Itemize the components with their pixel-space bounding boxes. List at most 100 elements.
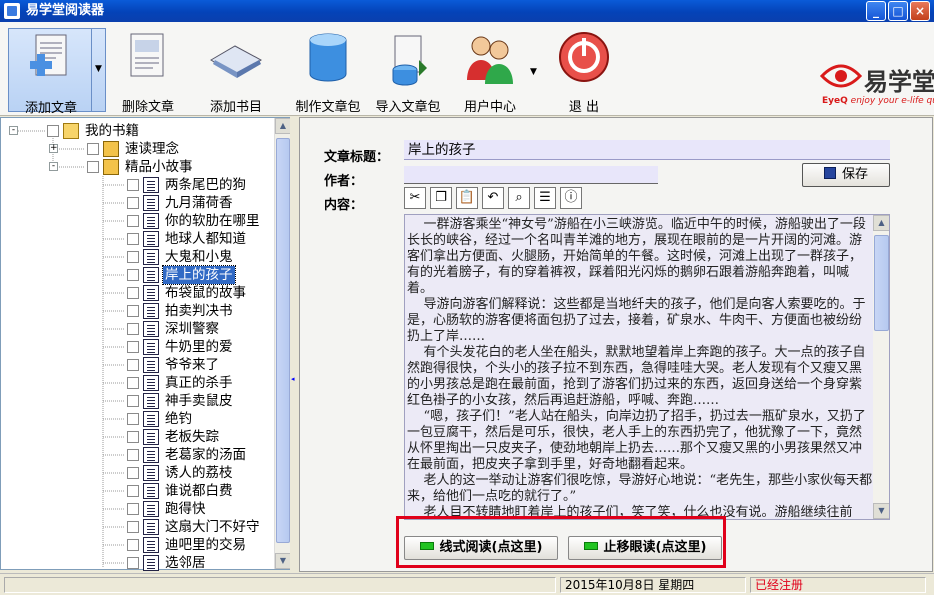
tree-checkbox[interactable] bbox=[127, 557, 139, 569]
tree-article-item[interactable]: 老板失踪 bbox=[1, 428, 273, 446]
close-button[interactable]: × bbox=[910, 1, 930, 21]
status-cell-empty bbox=[4, 577, 556, 593]
tree-checkbox[interactable] bbox=[127, 485, 139, 497]
tree-article-item[interactable]: 诱人的荔枝 bbox=[1, 464, 273, 482]
content-scroll-up[interactable]: ▲ bbox=[873, 215, 889, 231]
tree-folder[interactable]: - 精品小故事 bbox=[1, 158, 273, 176]
tree-article-item[interactable]: 爷爷来了 bbox=[1, 356, 273, 374]
tree-checkbox[interactable] bbox=[127, 431, 139, 443]
line-read-label: 线式阅读(点这里) bbox=[439, 540, 543, 555]
minimize-button[interactable]: _ bbox=[866, 1, 886, 21]
stop-read-button[interactable]: 止移眼读(点这里) bbox=[568, 536, 722, 560]
tree-checkbox[interactable] bbox=[47, 125, 59, 137]
make-package-button[interactable]: 制作文章包 bbox=[284, 28, 372, 115]
align-icon[interactable]: ☰ bbox=[534, 187, 556, 209]
tree-checkbox[interactable] bbox=[127, 215, 139, 227]
document-icon bbox=[143, 249, 159, 265]
author-input[interactable] bbox=[404, 166, 658, 184]
tree-checkbox[interactable] bbox=[127, 323, 139, 335]
tree-article-item[interactable]: 大鬼和小鬼 bbox=[1, 248, 273, 266]
document-icon bbox=[143, 285, 159, 301]
tree-folder[interactable]: + 速读理念 bbox=[1, 140, 273, 158]
tree-checkbox[interactable] bbox=[127, 359, 139, 371]
tree-article-item[interactable]: 地球人都知道 bbox=[1, 230, 273, 248]
tree-checkbox[interactable] bbox=[127, 233, 139, 245]
tree-expander[interactable]: + bbox=[49, 144, 58, 153]
document-icon bbox=[143, 555, 159, 571]
author-label: 作者： bbox=[324, 174, 364, 189]
tree-article-item[interactable]: 你的软肋在哪里 bbox=[1, 212, 273, 230]
tree-checkbox[interactable] bbox=[127, 197, 139, 209]
content-scroll-down[interactable]: ▼ bbox=[873, 503, 889, 519]
paste-icon[interactable]: 📋 bbox=[456, 187, 478, 209]
tree-article-item[interactable]: 谁说都白费 bbox=[1, 482, 273, 500]
tree-article-item[interactable]: 岸上的孩子 bbox=[1, 265, 273, 285]
tree-checkbox[interactable] bbox=[127, 503, 139, 515]
add-catalog-button[interactable]: 添加书目 bbox=[196, 28, 276, 115]
tree-checkbox[interactable] bbox=[127, 449, 139, 461]
tree-article-item[interactable]: 牛奶里的爱 bbox=[1, 338, 273, 356]
tree-scroll-up[interactable]: ▲ bbox=[275, 118, 291, 134]
maximize-button[interactable]: □ bbox=[888, 1, 908, 21]
tree-checkbox[interactable] bbox=[87, 161, 99, 173]
tree-article-item[interactable]: 这扇大门不好守 bbox=[1, 518, 273, 536]
window-title: 易学堂阅读器 bbox=[26, 3, 105, 18]
find-icon[interactable]: ⌕ bbox=[508, 187, 530, 209]
tree-article-item[interactable]: 真正的杀手 bbox=[1, 374, 273, 392]
tree-checkbox[interactable] bbox=[127, 287, 139, 299]
user-center-button[interactable]: 用户中心 bbox=[452, 28, 528, 115]
content-textarea[interactable]: 一群游客乘坐“神女号”游船在小三峡游览。临近中午的时候，游船驶出了一段长长的峡谷… bbox=[404, 214, 890, 520]
tree-checkbox[interactable] bbox=[127, 395, 139, 407]
exit-button[interactable]: 退 出 bbox=[552, 28, 616, 115]
import-package-button[interactable]: 导入文章包 bbox=[368, 28, 448, 115]
tree-article-item[interactable]: 两条尾巴的狗 bbox=[1, 176, 273, 194]
content-scrollbar[interactable]: ▲ ▼ bbox=[873, 215, 889, 519]
tree-expander[interactable]: - bbox=[9, 126, 18, 135]
status-registered: 已经注册 bbox=[750, 577, 926, 593]
tree-scroll-thumb[interactable] bbox=[276, 138, 290, 543]
add-article-dropdown[interactable]: ▼ bbox=[91, 29, 105, 111]
tree-article-item[interactable]: 拍卖判决书 bbox=[1, 302, 273, 320]
save-button[interactable]: 保存 bbox=[802, 163, 890, 187]
tree-checkbox[interactable] bbox=[127, 377, 139, 389]
tree-article-item[interactable]: 神手卖鼠皮 bbox=[1, 392, 273, 410]
info-icon[interactable]: ⓘ bbox=[560, 187, 582, 209]
tree-article-item[interactable]: 跑得快 bbox=[1, 500, 273, 518]
tree-article-item[interactable]: 绝钓 bbox=[1, 410, 273, 428]
tree-checkbox[interactable] bbox=[127, 539, 139, 551]
tree-article-item[interactable]: 九月蒲荷香 bbox=[1, 194, 273, 212]
tree-checkbox[interactable] bbox=[127, 305, 139, 317]
tree-checkbox[interactable] bbox=[127, 179, 139, 191]
tree-checkbox[interactable] bbox=[127, 413, 139, 425]
tree-checkbox[interactable] bbox=[127, 521, 139, 533]
tree-checkbox[interactable] bbox=[127, 341, 139, 353]
tree-checkbox[interactable] bbox=[127, 269, 139, 281]
tree-scrollbar[interactable]: ▲ ▼ bbox=[274, 118, 291, 569]
undo-icon[interactable]: ↶ bbox=[482, 187, 504, 209]
tree-scroll-down[interactable]: ▼ bbox=[275, 553, 291, 569]
delete-article-button[interactable]: 删除文章 bbox=[112, 28, 184, 115]
add-article-button[interactable]: 添加文章 ▼ bbox=[8, 28, 106, 116]
tree-root[interactable]: - 我的书籍 bbox=[1, 122, 273, 140]
add-article-icon bbox=[30, 34, 67, 76]
line-read-button[interactable]: 线式阅读(点这里) bbox=[404, 536, 558, 560]
tree-article-item[interactable]: 深圳警察 bbox=[1, 320, 273, 338]
tree-article-item[interactable]: 选邻居 bbox=[1, 554, 273, 572]
tree-article-item[interactable]: 迪吧里的交易 bbox=[1, 536, 273, 554]
tree-checkbox[interactable] bbox=[87, 143, 99, 155]
cut-icon[interactable]: ✂ bbox=[404, 187, 426, 209]
document-icon bbox=[143, 339, 159, 355]
article-title-input[interactable]: 岸上的孩子 bbox=[404, 140, 890, 160]
tree-article-item[interactable]: 老葛家的汤面 bbox=[1, 446, 273, 464]
copy-icon[interactable]: ❐ bbox=[430, 187, 452, 209]
delete-article-icon bbox=[130, 33, 164, 77]
content-scroll-thumb[interactable] bbox=[874, 235, 889, 331]
tree-checkbox[interactable] bbox=[127, 467, 139, 479]
tree-expander[interactable]: - bbox=[49, 162, 58, 171]
book-tree-panel: - 我的书籍 + 速读理念 - 精品小故事 两条尾巴的狗 九月蒲荷香 你的软肋在哪里 地球人都知道… bbox=[0, 117, 291, 572]
tree-checkbox[interactable] bbox=[127, 251, 139, 263]
tree-article-label: 地球人都知道 bbox=[165, 231, 246, 247]
tree-article-item[interactable]: 布袋鼠的故事 bbox=[1, 284, 273, 302]
user-center-dropdown[interactable]: ▼ bbox=[530, 67, 537, 77]
panel-splitter[interactable]: ◂ bbox=[290, 117, 298, 570]
